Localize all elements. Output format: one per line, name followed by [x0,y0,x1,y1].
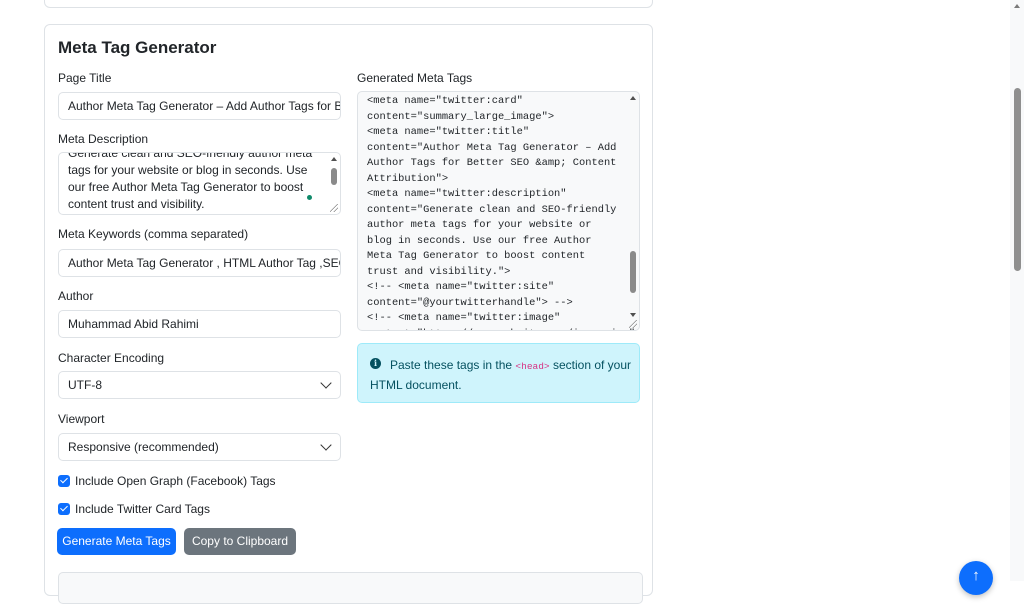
meta-description-label: Meta Description [58,132,149,146]
page-scroll-thumb[interactable] [1014,88,1021,271]
encoding-selected-value: UTF-8 [68,378,102,392]
generated-meta-tags-label: Generated Meta Tags [357,71,473,85]
viewport-selected-value: Responsive (recommended) [68,440,219,454]
page-scrollbar[interactable] [1010,0,1024,581]
encoding-select[interactable]: UTF-8 [58,371,341,399]
viewport-label: Viewport [58,412,105,426]
alert-text-before: Paste these tags in the [390,358,516,372]
scroll-up-icon[interactable] [630,96,636,100]
og-tags-label[interactable]: Include Open Graph (Facebook) Tags [75,474,276,488]
grammar-indicator-icon [307,195,312,200]
meta-keywords-label: Meta Keywords (comma separated) [58,227,249,241]
alert-code: <head> [515,361,550,372]
og-tags-checkbox[interactable] [58,475,70,487]
arrow-up-icon: ↑ [972,567,980,584]
page-title-label: Page Title [58,71,112,85]
code-scrollbar[interactable] [628,93,638,329]
info-alert: i Paste these tags in the <head> section… [357,343,640,403]
generate-meta-tags-button[interactable]: Generate Meta Tags [57,528,176,555]
resize-grip-icon[interactable] [629,320,637,328]
chevron-down-icon [320,439,332,451]
author-label: Author [58,289,94,303]
scroll-thumb[interactable] [331,168,337,185]
viewport-select[interactable]: Responsive (recommended) [58,433,341,461]
card-title: Meta Tag Generator [58,38,217,57]
twitter-tags-checkbox[interactable] [58,503,70,515]
meta-description-textarea[interactable]: Generate clean and SEO-friendly author m… [58,152,341,215]
scroll-up-icon[interactable] [1014,4,1020,8]
scroll-down-icon[interactable] [630,313,636,317]
meta-tag-generator-card: Meta Tag Generator Page Title Author Met… [44,24,653,604]
alert-message: Paste these tags in the <head> section o… [370,356,632,394]
back-to-top-button[interactable]: ↑ [959,561,993,595]
previous-card [44,0,653,8]
generated-meta-tags-textarea[interactable]: <meta name="twitter:card" content="summa… [357,91,640,331]
copy-to-clipboard-button[interactable]: Copy to Clipboard [184,528,296,555]
author-input[interactable]: Muhammad Abid Rahimi [58,310,341,338]
chevron-down-icon [320,377,332,389]
next-section-box [58,572,643,604]
page-title-input[interactable]: Author Meta Tag Generator – Add Author T… [58,92,341,120]
meta-keywords-input[interactable]: Author Meta Tag Generator , HTML Author … [58,249,341,277]
meta-description-text: Generate clean and SEO-friendly author m… [68,152,313,211]
encoding-label: Character Encoding [58,351,165,365]
scroll-up-icon[interactable] [331,157,337,161]
resize-grip-icon[interactable] [330,204,338,212]
generated-code: <meta name="twitter:card" content="summa… [367,95,639,330]
twitter-tags-label[interactable]: Include Twitter Card Tags [75,502,210,516]
scroll-thumb[interactable] [630,251,636,293]
